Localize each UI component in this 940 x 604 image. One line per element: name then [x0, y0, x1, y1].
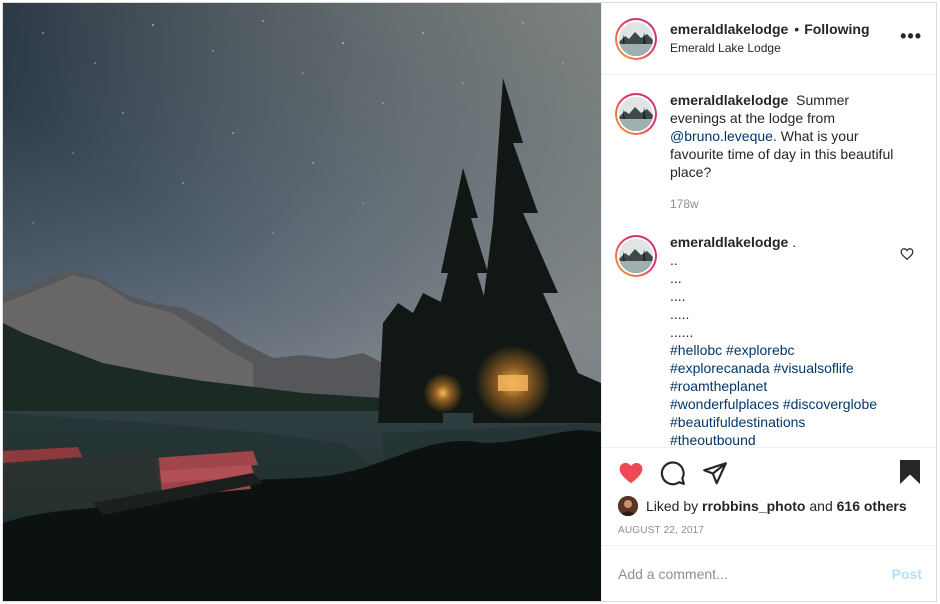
caption-username[interactable]: emeraldlakelodge — [670, 92, 788, 108]
hashtag-line: #wonderfulplaces #discoverglobe — [670, 395, 906, 413]
comment-text: . — [792, 234, 797, 250]
avatar[interactable] — [618, 496, 638, 516]
avatar[interactable] — [615, 17, 657, 60]
following-button[interactable]: Following — [804, 21, 869, 39]
hashtag-link[interactable]: #discoverglobe — [783, 396, 877, 412]
liker-avatar-image — [618, 496, 638, 516]
post-date[interactable]: AUGUST 22, 2017 — [618, 525, 922, 536]
likes-summary: Liked by rrobbins_photo and 616 others — [618, 496, 922, 516]
comment-line: ..... — [670, 306, 690, 322]
comment-line: .. — [670, 252, 678, 268]
comment-line: ... — [670, 270, 682, 286]
hashtag-link[interactable]: #hellobc — [670, 342, 722, 358]
hashtag-link[interactable]: #explorecanada — [670, 360, 770, 376]
hashtag-line: #explorecanada #visualsoflife — [670, 359, 906, 377]
comment-username[interactable]: emeraldlakelodge — [670, 234, 788, 250]
lodge-avatar-image — [619, 21, 653, 56]
liker-username[interactable]: rrobbins_photo — [702, 498, 805, 514]
night-lake-photo — [3, 3, 601, 601]
bookmark-filled-icon[interactable] — [898, 459, 922, 485]
post-modal: emeraldlakelodge • Following Emerald Lak… — [2, 2, 937, 602]
lodge-avatar-image — [619, 239, 653, 273]
likes-and-text: and — [809, 498, 833, 514]
caption: emeraldlakelodge Summer evenings at the … — [615, 91, 922, 213]
avatar[interactable] — [615, 93, 657, 135]
hashtag-link[interactable]: #visualsoflife — [774, 360, 854, 376]
post-actions: Liked by rrobbins_photo and 616 others A… — [602, 447, 936, 547]
follow-separator: • — [794, 21, 800, 38]
avatar[interactable] — [615, 235, 657, 277]
hashtag-line: #beautifuldestinations — [670, 413, 906, 431]
post-header: emeraldlakelodge • Following Emerald Lak… — [602, 3, 936, 75]
comment-like-icon[interactable] — [900, 247, 914, 261]
more-options-icon[interactable]: ••• — [900, 27, 922, 45]
hashtag-line: #roamtheplanet — [670, 377, 906, 395]
hashtag-link[interactable]: #wonderfulplaces — [670, 396, 779, 412]
mention-link[interactable]: @bruno.leveque — [670, 128, 773, 144]
likes-others-link[interactable]: 616 others — [837, 498, 907, 514]
comment-line: ...... — [670, 324, 694, 340]
hashtag-link[interactable]: #beautifuldestinations — [670, 414, 805, 430]
comment-input[interactable] — [618, 565, 892, 582]
comment-line: .... — [670, 288, 686, 304]
liked-by-text: Liked by — [646, 498, 699, 514]
hashtag-link[interactable]: #explorebc — [726, 342, 795, 358]
hashtag-link[interactable]: #theoutbound — [670, 432, 756, 447]
heart-filled-icon[interactable] — [618, 460, 644, 486]
caption-timestamp[interactable]: 178w — [670, 195, 906, 213]
location-link[interactable]: Emerald Lake Lodge — [670, 41, 870, 56]
header-username[interactable]: emeraldlakelodge — [670, 21, 788, 39]
add-comment-form: Post — [602, 545, 936, 601]
post-side-panel: emeraldlakelodge • Following Emerald Lak… — [601, 3, 936, 601]
post-photo[interactable] — [3, 3, 601, 601]
hashtag-line: #hellobc #explorebc — [670, 341, 906, 359]
hashtag-line: #theoutbound — [670, 431, 906, 447]
comment-bubble-icon[interactable] — [660, 460, 686, 486]
hashtag-link[interactable]: #roamtheplanet — [670, 378, 767, 394]
post-comment-button[interactable]: Post — [892, 566, 922, 582]
paper-plane-icon[interactable] — [702, 460, 728, 486]
comment-item: emeraldlakelodge. .. ... .... ..... ....… — [615, 233, 922, 447]
lodge-avatar-image — [619, 97, 653, 131]
comments-list[interactable]: emeraldlakelodge Summer evenings at the … — [602, 75, 936, 447]
